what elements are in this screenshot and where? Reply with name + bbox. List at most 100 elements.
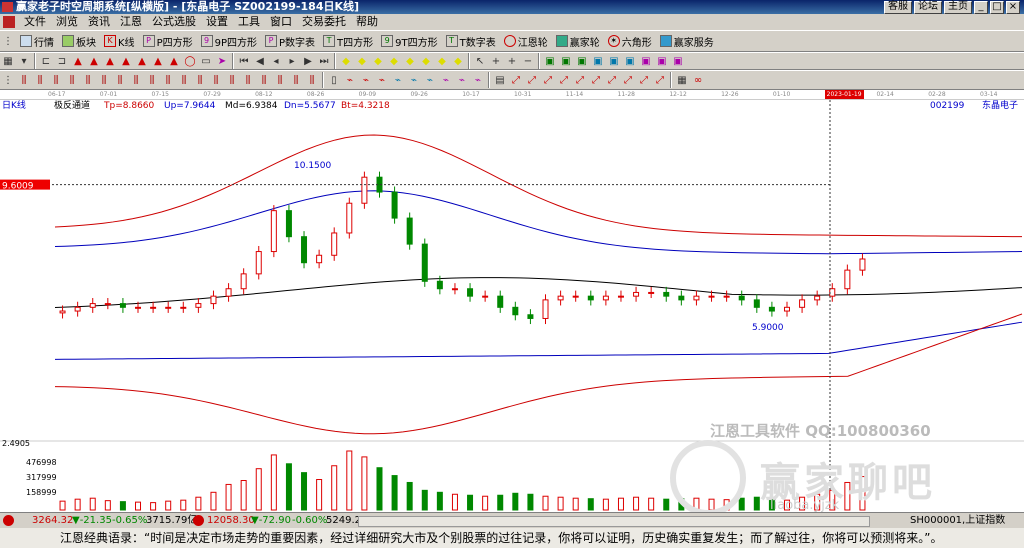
menu-settings[interactable]: 设置 xyxy=(201,14,233,30)
table-icon[interactable]: ▦ xyxy=(675,73,689,87)
chart-b-icon[interactable]: ⤢ xyxy=(509,73,523,87)
diamond-3-icon[interactable]: ◆ xyxy=(371,54,385,68)
minus-icon[interactable]: − xyxy=(521,54,535,68)
grid-view-icon[interactable]: ▦ xyxy=(1,54,15,68)
bars-k-icon[interactable]: ⫼ xyxy=(177,73,191,87)
diamond-5-icon[interactable]: ◆ xyxy=(403,54,417,68)
chart-k-icon[interactable]: ⤢ xyxy=(653,73,667,87)
line-f-icon[interactable]: ⌁ xyxy=(407,73,421,87)
tool-d-icon[interactable]: ▣ xyxy=(591,54,605,68)
close-icon[interactable]: × xyxy=(1006,1,1020,14)
pointer-icon[interactable]: ↖ xyxy=(473,54,487,68)
bars-m-icon[interactable]: ⫼ xyxy=(209,73,223,87)
tool-g-icon[interactable]: ▣ xyxy=(639,54,653,68)
tool-t-square[interactable]: T T四方形 xyxy=(319,32,377,50)
line-d-icon[interactable]: ⌁ xyxy=(375,73,389,87)
circle-icon[interactable]: ◯ xyxy=(183,54,197,68)
bars-o-icon[interactable]: ⫼ xyxy=(241,73,255,87)
bars-b-icon[interactable]: ⫼ xyxy=(33,73,47,87)
arrow-icon[interactable]: ➤ xyxy=(215,54,229,68)
diamond-4-icon[interactable]: ◆ xyxy=(387,54,401,68)
tool-b-icon[interactable]: ▣ xyxy=(559,54,573,68)
last-icon[interactable]: ⏭ xyxy=(317,54,331,68)
chart-j-icon[interactable]: ⤢ xyxy=(637,73,651,87)
tool-p-table[interactable]: P P数字表 xyxy=(261,32,319,50)
chart-e-icon[interactable]: ⤢ xyxy=(557,73,571,87)
play-icon[interactable]: ▶ xyxy=(301,54,315,68)
chart-f-icon[interactable]: ⤢ xyxy=(573,73,587,87)
tool-p-square[interactable]: P P四方形 xyxy=(139,32,197,50)
minimize-icon[interactable]: _ xyxy=(974,1,988,14)
diamond-7-icon[interactable]: ◆ xyxy=(435,54,449,68)
maximize-icon[interactable]: □ xyxy=(990,1,1004,14)
line-g-icon[interactable]: ⌁ xyxy=(423,73,437,87)
bars-p-icon[interactable]: ⫼ xyxy=(257,73,271,87)
tool-t-table[interactable]: T T数字表 xyxy=(442,32,500,50)
tool-service[interactable]: 赢家服务 xyxy=(656,32,718,50)
cycle-a-icon[interactable]: ▲ xyxy=(71,54,85,68)
window-icon[interactable]: ▭ xyxy=(199,54,213,68)
index-selector[interactable]: SH000001,上证指数 xyxy=(910,513,1005,528)
bars-c-icon[interactable]: ⫼ xyxy=(49,73,63,87)
horizontal-scrollbar[interactable] xyxy=(358,516,870,527)
plus-icon[interactable]: + xyxy=(505,54,519,68)
forward-icon[interactable]: ▸ xyxy=(285,54,299,68)
forum-button[interactable]: 论坛 xyxy=(914,1,942,14)
diamond-8-icon[interactable]: ◆ xyxy=(451,54,465,68)
tool-e-icon[interactable]: ▣ xyxy=(607,54,621,68)
tool-9t-square[interactable]: 9 9T四方形 xyxy=(377,32,441,50)
link-icon[interactable]: ∞ xyxy=(691,73,705,87)
dropdown-icon[interactable]: ▾ xyxy=(17,54,31,68)
diamond-2-icon[interactable]: ◆ xyxy=(355,54,369,68)
cycle-e-icon[interactable]: ▲ xyxy=(135,54,149,68)
bars-j-icon[interactable]: ⫼ xyxy=(161,73,175,87)
tool-h-icon[interactable]: ▣ xyxy=(655,54,669,68)
menu-window[interactable]: 窗口 xyxy=(265,14,297,30)
menu-browse[interactable]: 浏览 xyxy=(51,14,83,30)
menu-help[interactable]: 帮助 xyxy=(351,14,383,30)
bars-i-icon[interactable]: ⫼ xyxy=(145,73,159,87)
line-j-icon[interactable]: ⌁ xyxy=(471,73,485,87)
bars-d-icon[interactable]: ⫼ xyxy=(65,73,79,87)
bars-r-icon[interactable]: ⫼ xyxy=(289,73,303,87)
line-i-icon[interactable]: ⌁ xyxy=(455,73,469,87)
align-right-icon[interactable]: ⊐ xyxy=(55,54,69,68)
tool-hexagon[interactable]: ✶ 六角形 xyxy=(604,32,656,50)
tool-i-icon[interactable]: ▣ xyxy=(671,54,685,68)
tool-c-icon[interactable]: ▣ xyxy=(575,54,589,68)
chart-c-icon[interactable]: ⤢ xyxy=(525,73,539,87)
chart-i-icon[interactable]: ⤢ xyxy=(621,73,635,87)
menu-gann[interactable]: 江恩 xyxy=(115,14,147,30)
bars-f-icon[interactable]: ⫼ xyxy=(97,73,111,87)
tool-quotes[interactable]: 行情 xyxy=(16,32,58,50)
bars-n-icon[interactable]: ⫼ xyxy=(225,73,239,87)
bars-g-icon[interactable]: ⫼ xyxy=(113,73,127,87)
bars-l-icon[interactable]: ⫼ xyxy=(193,73,207,87)
menu-trade[interactable]: 交易委托 xyxy=(297,14,351,30)
chart-a-icon[interactable]: ▤ xyxy=(493,73,507,87)
cycle-d-icon[interactable]: ▲ xyxy=(119,54,133,68)
chart-g-icon[interactable]: ⤢ xyxy=(589,73,603,87)
chart-h-icon[interactable]: ⤢ xyxy=(605,73,619,87)
bars-e-icon[interactable]: ⫼ xyxy=(81,73,95,87)
support-button[interactable]: 客服 xyxy=(884,1,912,14)
menu-news[interactable]: 资讯 xyxy=(83,14,115,30)
bars-q-icon[interactable]: ⫼ xyxy=(273,73,287,87)
cycle-c-icon[interactable]: ▲ xyxy=(103,54,117,68)
diamond-6-icon[interactable]: ◆ xyxy=(419,54,433,68)
bars-s-icon[interactable]: ⫼ xyxy=(305,73,319,87)
line-h-icon[interactable]: ⌁ xyxy=(439,73,453,87)
tool-9p-square[interactable]: 9 9P四方形 xyxy=(197,32,261,50)
first-icon[interactable]: ⏮ xyxy=(237,54,251,68)
tool-winner-wheel[interactable]: 赢家轮 xyxy=(552,32,604,50)
line-b-icon[interactable]: ⌁ xyxy=(343,73,357,87)
crosshair-icon[interactable]: + xyxy=(489,54,503,68)
cycle-g-icon[interactable]: ▲ xyxy=(167,54,181,68)
tool-gann-wheel[interactable]: 江恩轮 xyxy=(500,32,552,50)
tool-f-icon[interactable]: ▣ xyxy=(623,54,637,68)
menu-tools[interactable]: 工具 xyxy=(233,14,265,30)
prev-icon[interactable]: ◀ xyxy=(253,54,267,68)
diamond-1-icon[interactable]: ◆ xyxy=(339,54,353,68)
tool-kline[interactable]: K K线 xyxy=(100,32,139,50)
line-c-icon[interactable]: ⌁ xyxy=(359,73,373,87)
